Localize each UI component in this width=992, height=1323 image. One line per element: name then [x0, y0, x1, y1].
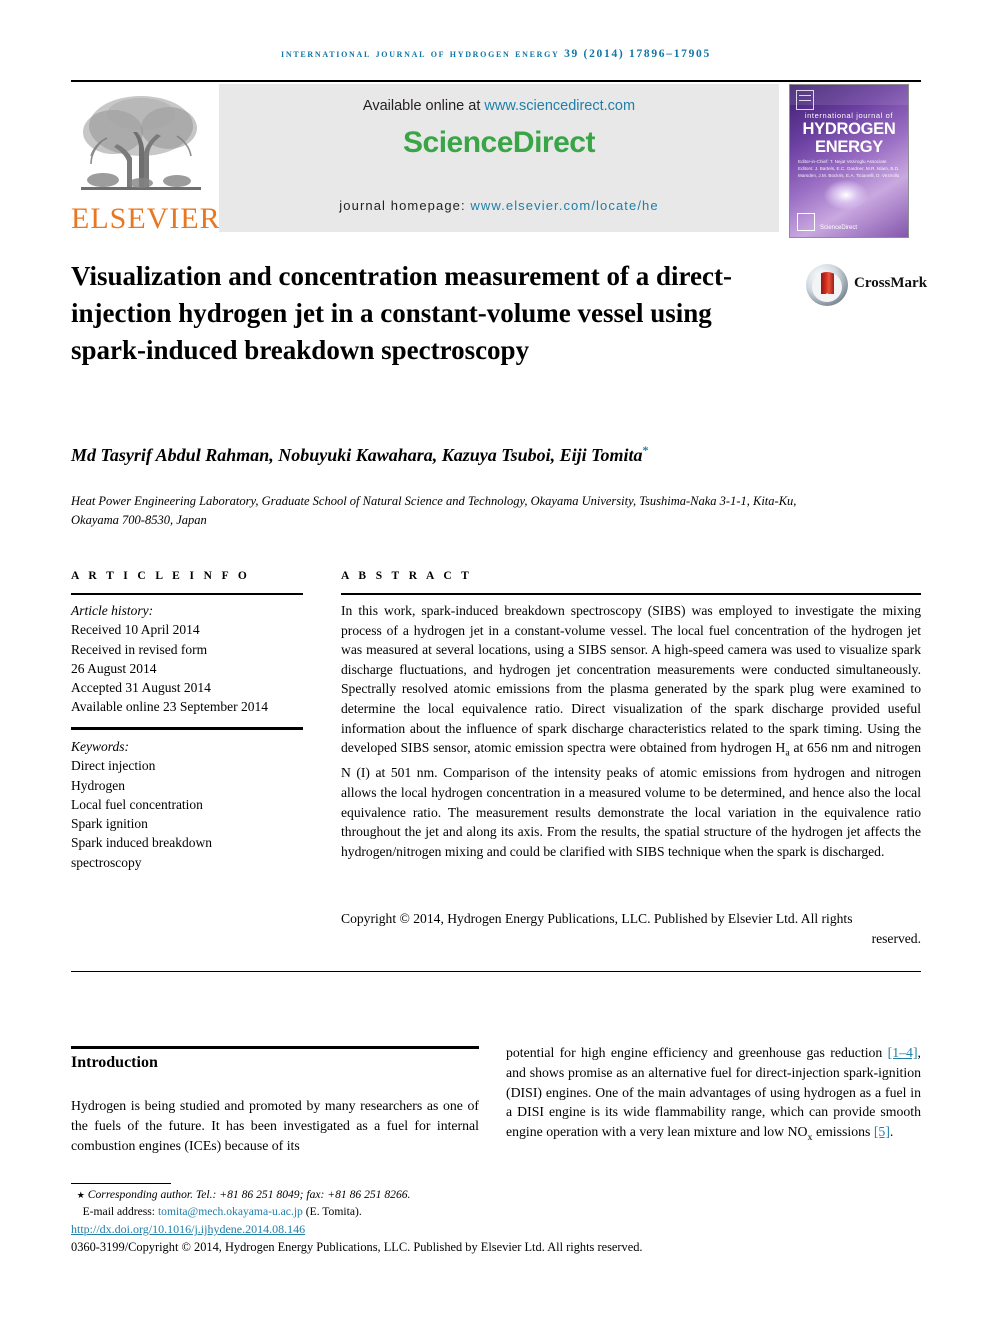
history-item: Received in revised form — [71, 641, 208, 657]
available-online-line: Available online at www.sciencedirect.co… — [219, 98, 779, 114]
article-info-heading: A R T I C L E I N F O — [71, 570, 251, 582]
keyword-item: Hydrogen — [71, 777, 125, 793]
crossmark-label: CrossMark — [854, 275, 928, 291]
keyword-item: spectroscopy — [71, 854, 142, 870]
crossmark-inner-disc — [812, 272, 842, 302]
journal-homepage-label: journal homepage: — [339, 198, 471, 213]
copyright-tail: reserved. — [871, 930, 921, 946]
section-divider-rule — [71, 971, 921, 973]
cover-footer: ScienceDirect — [790, 211, 908, 233]
history-item: 26 August 2014 — [71, 660, 157, 676]
cover-footer-icon — [797, 213, 815, 231]
abstract-part-2: at 656 nm and nitrogen N (I) at 501 nm. … — [341, 740, 921, 859]
page-title: Visualization and concentration measurem… — [71, 261, 732, 365]
crossmark-ribbon-shape — [821, 272, 834, 299]
body-column-right: potential for high engine efficiency and… — [506, 1043, 921, 1148]
article-history-block: Article history: Received 10 April 2014 … — [71, 601, 311, 717]
introduction-heading: Introduction — [71, 1054, 158, 1071]
email-label: E-mail address: — [82, 1204, 158, 1218]
cover-orb-graphic — [824, 180, 868, 210]
abstract-copyright: Copyright © 2014, Hydrogen Energy Public… — [341, 909, 921, 948]
keyword-item: Direct injection — [71, 758, 156, 774]
keywords-rule — [71, 727, 303, 730]
issn-copyright-line: 0360-3199/Copyright © 2014, Hydrogen Ene… — [71, 1240, 643, 1254]
abstract-text: In this work, spark-induced breakdown sp… — [341, 601, 921, 861]
doi-link[interactable]: http://dx.doi.org/10.1016/j.ijhydene.201… — [71, 1222, 305, 1237]
abstract-rule — [341, 593, 921, 595]
journal-homepage-line: journal homepage: www.elsevier.com/locat… — [219, 198, 779, 213]
cover-line-1: international journal of — [804, 111, 894, 120]
corresponding-author-note: ★ Corresponding author. Tel.: +81 86 251… — [76, 1188, 411, 1201]
email-note: E-mail address: tomita@mech.okayama-u.ac… — [71, 1204, 791, 1221]
crossmark-logo-icon — [806, 264, 848, 306]
sciencedirect-link[interactable]: www.sciencedirect.com — [484, 98, 635, 114]
corresponding-author-text: Corresponding author. Tel.: +81 86 251 8… — [87, 1188, 411, 1201]
keyword-item: Spark ignition — [71, 816, 148, 832]
paper-page: International Journal of Hydrogen Energy… — [0, 0, 992, 1323]
available-online-prefix: Available online at — [362, 98, 485, 114]
abstract-heading: A B S T R A C T — [341, 570, 473, 582]
elsevier-tree-icon — [77, 92, 205, 204]
introduction-rule — [71, 1046, 479, 1049]
sciencedirect-banner: Available online at www.sciencedirect.co… — [219, 84, 779, 232]
affiliation: Heat Power Engineering Laboratory, Gradu… — [71, 494, 797, 527]
abstract-part-1: In this work, spark-induced breakdown sp… — [341, 603, 921, 756]
cover-sciencedirect-label: ScienceDirect — [820, 225, 858, 231]
history-item: Received 10 April 2014 — [71, 622, 200, 638]
email-link[interactable]: tomita@mech.okayama-u.ac.jp — [158, 1205, 303, 1218]
corresponding-author-marker[interactable]: * — [642, 443, 648, 457]
running-head: International Journal of Hydrogen Energy… — [281, 48, 711, 60]
history-item: Accepted 31 August 2014 — [71, 680, 211, 696]
header-rule — [71, 80, 921, 82]
elsevier-wordmark: ELSEVIER — [71, 202, 221, 235]
cover-editors: Editor-in-Chief: T. Nejat Veziroglu Asso… — [798, 159, 900, 178]
keyword-item: Local fuel concentration — [71, 796, 203, 812]
copyright-main: Copyright © 2014, Hydrogen Energy Public… — [341, 911, 853, 926]
journal-cover-thumbnail[interactable]: international journal of HYDROGEN ENERGY… — [789, 84, 909, 238]
keyword-item: Spark induced breakdown — [71, 835, 212, 851]
article-info-rule — [71, 593, 303, 595]
body-right-part-1: potential for high engine efficiency and… — [506, 1045, 888, 1060]
history-item: Available online 23 September 2014 — [71, 699, 268, 715]
article-history-label: Article history: — [71, 603, 154, 618]
body-right-part-4: . — [889, 1124, 894, 1140]
cover-line-2: HYDROGEN — [802, 120, 896, 138]
citation-link-1-4[interactable]: [1–4] — [888, 1045, 918, 1060]
cover-line-3: ENERGY — [815, 138, 883, 156]
footnote-block: ★ Corresponding author. Tel.: +81 86 251… — [71, 1187, 791, 1220]
elsevier-logo: ELSEVIER — [71, 84, 221, 238]
footnote-rule — [71, 1183, 171, 1184]
author-list: Md Tasyrif Abdul Rahman, Nobuyuki Kawaha… — [71, 437, 831, 468]
keywords-block: Keywords: Direct injection Hydrogen Loca… — [71, 737, 311, 872]
body-right-part-3: emissions — [812, 1124, 874, 1140]
journal-homepage-link[interactable]: www.elsevier.com/locate/he — [470, 198, 658, 213]
author-names: Md Tasyrif Abdul Rahman, Nobuyuki Kawaha… — [71, 445, 643, 465]
sciencedirect-wordmark: ScienceDirect — [403, 126, 595, 159]
masthead: ELSEVIER Available online at www.science… — [71, 84, 921, 238]
citation-link-5[interactable]: [5] — [874, 1124, 890, 1139]
email-suffix: (E. Tomita). — [302, 1204, 362, 1218]
crossmark-badge[interactable]: CrossMark — [806, 262, 928, 308]
keywords-label: Keywords: — [71, 739, 129, 754]
body-column-left: Hydrogen is being studied and promoted b… — [71, 1098, 479, 1153]
cover-logo-icon — [796, 90, 814, 110]
